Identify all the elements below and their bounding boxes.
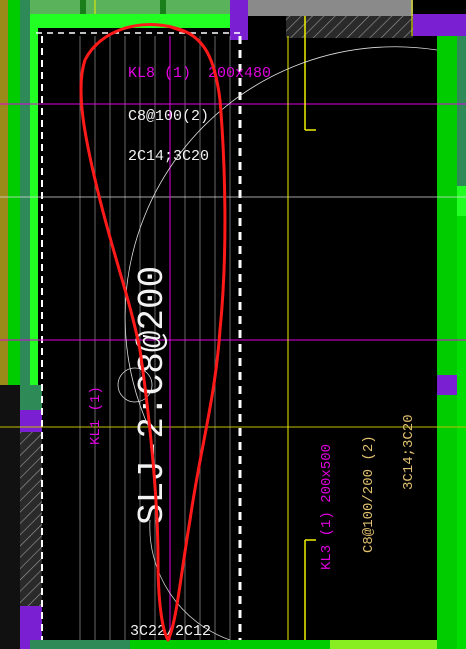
kl3-main-rebar: 3C14;3C20: [401, 414, 417, 490]
cad-drawing-canvas[interactable]: KL8 (1) 200x480 C8@100(2) 2C14;3C20 SLJ-…: [0, 0, 466, 649]
kl3-stirrup: C8@100/200 (2): [361, 435, 377, 553]
kl1-name: KL1 (1): [88, 386, 104, 445]
axis-lines: [0, 0, 466, 640]
right-wall: [437, 36, 466, 649]
kl3-name-size: KL3 (1) 200x500: [319, 444, 335, 570]
slab-rebar-label: SLJ-2:C8@200: [132, 266, 173, 525]
bottom-wall: [30, 640, 437, 649]
kl8-name: KL8 (1): [128, 65, 191, 82]
cad-viewport[interactable]: KL8 (1) 200x480 C8@100(2) 2C14;3C20 SLJ-…: [0, 0, 466, 649]
kl8-stirrup: C8@100(2): [128, 108, 209, 125]
left-wall: [0, 0, 42, 649]
kl8-main-rebar: 2C14;3C20: [128, 148, 209, 165]
